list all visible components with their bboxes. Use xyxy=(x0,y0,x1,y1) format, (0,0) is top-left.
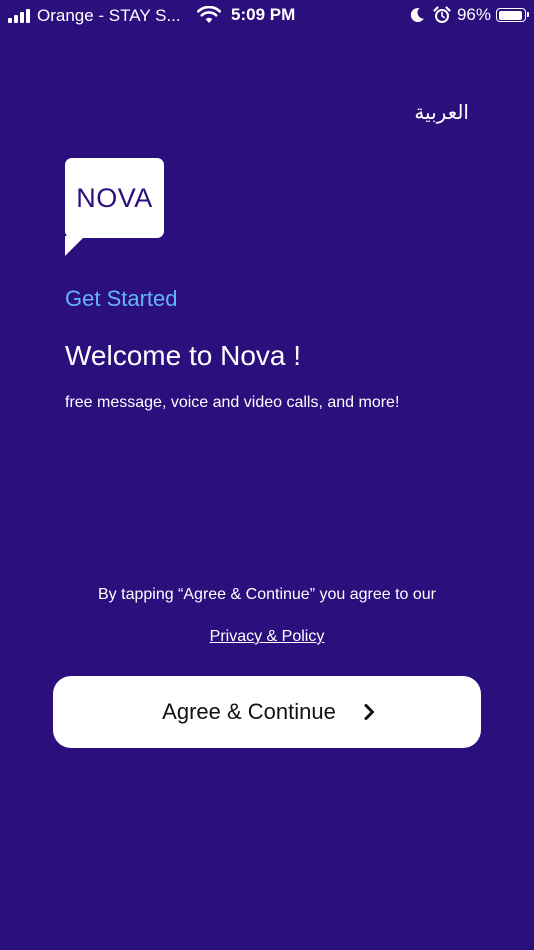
privacy-policy-row: Privacy & Policy xyxy=(0,628,534,646)
app-logo: NOVA xyxy=(65,158,165,258)
signal-icon xyxy=(8,9,30,23)
agree-continue-label: Agree & Continue xyxy=(162,699,336,724)
status-left: Orange - STAY S... xyxy=(8,6,181,26)
moon-icon xyxy=(410,7,424,22)
language-toggle[interactable]: العربية xyxy=(414,100,469,125)
carrier-name: Orange - STAY S... xyxy=(37,6,181,25)
battery-icon xyxy=(496,8,529,22)
status-right: 96% xyxy=(409,5,529,25)
tagline: free message, voice and video calls, and… xyxy=(65,394,400,411)
privacy-policy-link[interactable]: Privacy & Policy xyxy=(210,628,325,645)
battery-level xyxy=(498,10,522,20)
alarm-icon xyxy=(433,6,451,23)
agreement-note: By tapping “Agree & Continue” you agree … xyxy=(98,586,436,603)
wifi-icon xyxy=(197,6,221,23)
status-bar: Orange - STAY S... 5:09 PM 96% xyxy=(0,0,534,32)
logo-text: NOVA xyxy=(76,182,153,213)
get-started-label: Get Started xyxy=(65,286,178,311)
welcome-title: Welcome to Nova ! xyxy=(65,340,302,371)
chevron-right-icon xyxy=(364,704,374,720)
agree-continue-button[interactable]: Agree & Continue xyxy=(53,676,481,748)
battery-percent: 96% xyxy=(456,5,491,24)
logo-bubble-tail xyxy=(65,236,85,256)
logo-bubble: NOVA xyxy=(65,158,164,238)
clock: 5:09 PM xyxy=(231,5,296,24)
